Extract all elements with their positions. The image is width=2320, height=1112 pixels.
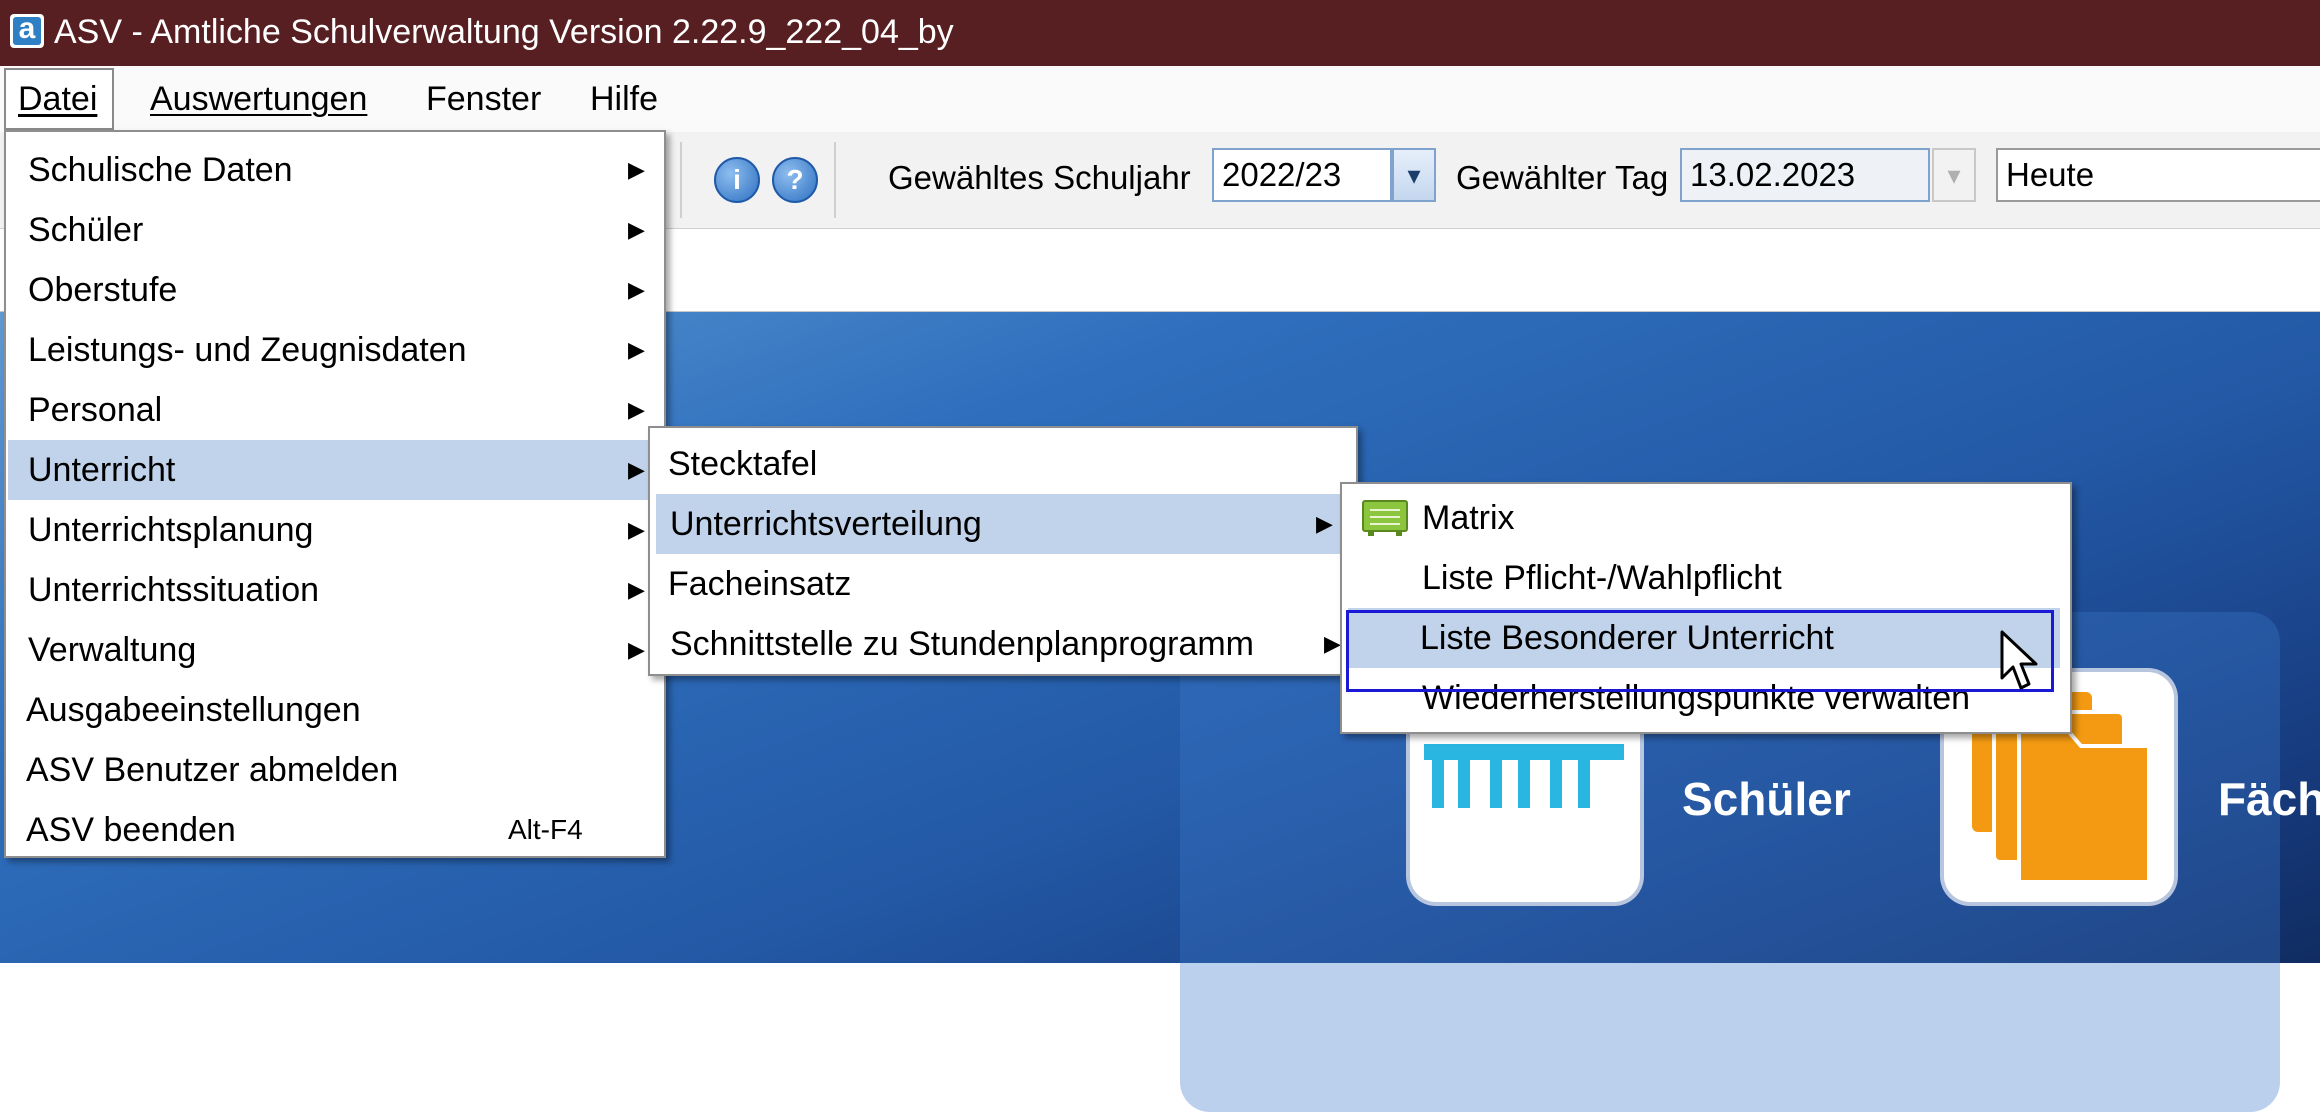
menu-item-oberstufe[interactable]: Oberstufe ▶: [8, 260, 662, 320]
menu-item-facheinsatz[interactable]: Facheinsatz: [652, 554, 1354, 614]
menu-hilfe[interactable]: Hilfe: [590, 66, 658, 132]
tag-dropdown-button[interactable]: ▾: [1932, 148, 1976, 202]
title-bar: a ASV - Amtliche Schulverwaltung Version…: [0, 0, 2320, 66]
submenu-arrow-icon: ▶: [1316, 511, 1333, 536]
menu-item-leistungsdaten[interactable]: Leistungs- und Zeugnisdaten ▶: [8, 320, 662, 380]
menu-fenster[interactable]: Fenster: [426, 66, 541, 132]
datei-menu: Schulische Daten ▶ Schüler ▶ Oberstufe ▶…: [4, 130, 666, 858]
toolbar-separator: [680, 142, 682, 218]
menu-item-label: Personal: [28, 391, 163, 429]
menu-datei[interactable]: Datei: [4, 68, 114, 130]
mouse-cursor-icon: [2000, 630, 2038, 690]
schuljahr-dropdown-button[interactable]: ▾: [1392, 148, 1436, 202]
submenu-arrow-icon: ▶: [628, 157, 645, 182]
submenu-arrow-icon: ▶: [628, 517, 645, 542]
menu-auswertungen-label: Auswertungen: [150, 80, 368, 118]
menu-item-label: Unterrichtsplanung: [28, 511, 314, 549]
menu-item-asv-beenden[interactable]: ASV beenden Alt-F4: [8, 800, 662, 860]
menu-item-label: Stecktafel: [668, 445, 818, 483]
menu-item-label: ASV Benutzer abmelden: [26, 751, 399, 789]
app-icon: a: [10, 14, 44, 48]
schuljahr-field[interactable]: 2022/23: [1212, 148, 1392, 202]
app-icon-letter: a: [13, 14, 41, 45]
menu-item-label: ASV beenden: [26, 811, 236, 849]
toolbar-separator: [834, 142, 836, 218]
tag-label: Gewählter Tag: [1456, 159, 1669, 196]
help-icon[interactable]: ?: [772, 157, 818, 203]
focus-highlight: [1346, 610, 2054, 692]
schuljahr-label: Gewähltes Schuljahr: [888, 159, 1191, 196]
menu-item-label: Oberstufe: [28, 271, 178, 309]
menu-item-unterrichtssituation[interactable]: Unterrichtssituation ▶: [8, 560, 662, 620]
menu-item-schnittstelle[interactable]: Schnittstelle zu Stundenplanprogramm ▶: [652, 614, 1354, 674]
menu-item-unterricht[interactable]: Unterricht ▶: [8, 440, 662, 500]
menu-fenster-label: Fenster: [426, 80, 542, 118]
menu-item-matrix[interactable]: Matrix: [1344, 488, 2068, 548]
menu-datei-label: Datei: [18, 80, 98, 118]
menu-item-label: Verwaltung: [28, 631, 197, 669]
menu-item-stecktafel[interactable]: Stecktafel: [652, 434, 1354, 494]
submenu-arrow-icon: ▶: [628, 397, 645, 422]
matrix-icon: [1362, 500, 1408, 536]
menu-item-schulische-daten[interactable]: Schulische Daten ▶: [8, 140, 662, 200]
menu-item-label: Facheinsatz: [668, 565, 852, 603]
students-tile-label: Schüler: [1682, 773, 1851, 825]
tag-field[interactable]: 13.02.2023: [1680, 148, 1930, 202]
unterrichtsverteilung-submenu: Matrix Liste Pflicht-/Wahlpflicht Liste …: [1340, 482, 2072, 734]
menu-item-shortcut: Alt-F4: [508, 814, 583, 845]
menu-item-unterrichtsverteilung[interactable]: Unterrichtsverteilung ▶: [656, 494, 1342, 554]
menu-item-label: Schulische Daten: [28, 151, 293, 189]
menu-auswertungen[interactable]: Auswertungen: [150, 66, 367, 132]
menu-item-label: Leistungs- und Zeugnisdaten: [28, 331, 467, 369]
menu-item-benutzer-abmelden[interactable]: ASV Benutzer abmelden: [8, 740, 662, 800]
subjects-tile-label: Fäch: [2218, 773, 2320, 825]
heute-field[interactable]: Heute: [1996, 148, 2320, 202]
submenu-arrow-icon: ▶: [628, 337, 645, 362]
submenu-arrow-icon: ▶: [1324, 631, 1341, 656]
window-title: ASV - Amtliche Schulverwaltung Version 2…: [54, 13, 954, 51]
unterricht-submenu: Stecktafel Unterrichtsverteilung ▶ Fache…: [648, 426, 1358, 676]
submenu-arrow-icon: ▶: [628, 277, 645, 302]
menu-item-label: Schüler: [28, 211, 144, 249]
menu-item-label: Unterricht: [28, 451, 176, 489]
menu-item-ausgabeeinstellungen[interactable]: Ausgabeeinstellungen: [8, 680, 662, 740]
submenu-arrow-icon: ▶: [628, 217, 645, 242]
info-icon[interactable]: i: [714, 157, 760, 203]
menu-item-unterrichtsplanung[interactable]: Unterrichtsplanung ▶: [8, 500, 662, 560]
menu-hilfe-label: Hilfe: [590, 80, 659, 118]
menu-item-schueler[interactable]: Schüler ▶: [8, 200, 662, 260]
menu-item-personal[interactable]: Personal ▶: [8, 380, 662, 440]
menu-item-label: Unterrichtssituation: [28, 571, 320, 609]
menu-item-verwaltung[interactable]: Verwaltung ▶: [8, 620, 662, 680]
menu-item-label: Schnittstelle zu Stundenplanprogramm: [670, 625, 1254, 663]
menu-item-label: Matrix: [1422, 499, 1515, 537]
menu-bar: Datei Auswertungen Fenster Hilfe: [0, 66, 2320, 133]
menu-item-label: Unterrichtsverteilung: [670, 505, 982, 543]
menu-item-label: Liste Pflicht-/Wahlpflicht: [1422, 559, 1782, 597]
submenu-arrow-icon: ▶: [628, 457, 645, 482]
submenu-arrow-icon: ▶: [628, 637, 645, 662]
menu-item-label: Ausgabeeinstellungen: [26, 691, 361, 729]
menu-item-liste-pflicht[interactable]: Liste Pflicht-/Wahlpflicht: [1344, 548, 2068, 608]
submenu-arrow-icon: ▶: [628, 577, 645, 602]
